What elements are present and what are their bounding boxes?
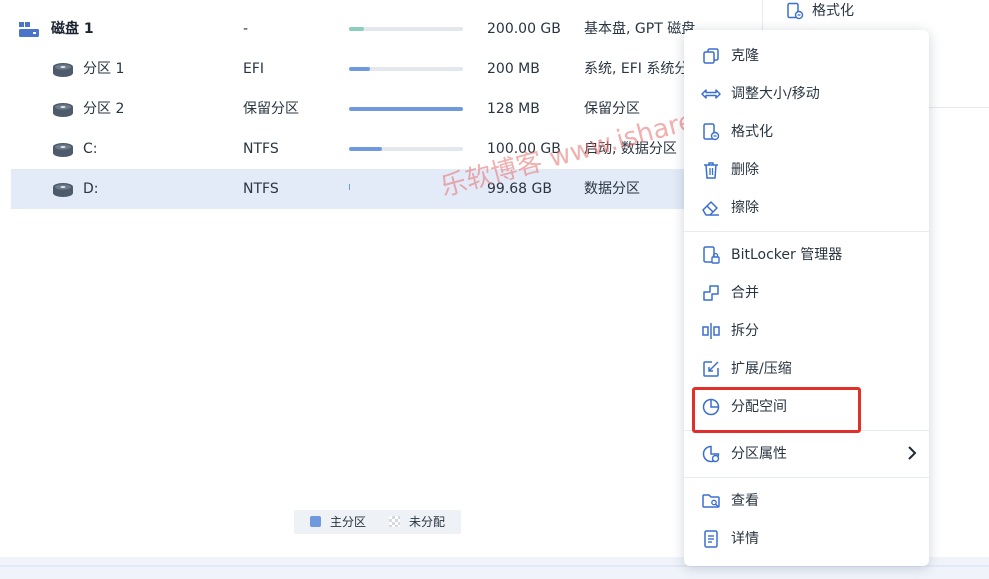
partition-properties-icon [702, 445, 720, 463]
menu-separator [684, 477, 929, 478]
menu-item-label: 拆分 [731, 323, 759, 339]
clone-icon [703, 48, 719, 64]
menu-item-explore[interactable]: 查看 [684, 483, 929, 519]
partition-name: 分区 1 [83, 61, 125, 77]
menu-item-label: BitLocker 管理器 [731, 247, 843, 263]
legend-unallocated-label: 未分配 [409, 515, 446, 529]
menu-item-bitlocker[interactable]: BitLocker 管理器 [684, 237, 929, 273]
partition-usage-bar [349, 67, 463, 71]
partition-row[interactable]: 分区 1 EFI 200 MB 系统, EFI 系统分区 [11, 49, 771, 89]
disk-usage-bar [349, 27, 463, 31]
eraser-icon [702, 201, 719, 216]
annotation-highlight-box [692, 387, 861, 433]
partition-usage-indicator [349, 184, 350, 190]
menu-item-label: 查看 [731, 493, 759, 509]
partition-filesystem: EFI [243, 61, 265, 77]
format-action[interactable]: 格式化 [786, 0, 854, 24]
menu-item-label: 删除 [731, 162, 759, 178]
partition-name: 分区 2 [83, 101, 125, 117]
menu-item-label: 分区属性 [731, 446, 787, 462]
menu-item-label: 调整大小/移动 [731, 86, 820, 102]
menu-item-merge[interactable]: 合并 [684, 275, 929, 311]
menu-item-resize-move[interactable]: 调整大小/移动 [684, 76, 929, 112]
partition-filesystem: NTFS [243, 181, 279, 197]
partition-usage-fill [349, 147, 382, 151]
partition-row-selected[interactable]: D: NTFS 99.68 GB 数据分区 [11, 169, 771, 209]
partition-icon [53, 183, 73, 197]
legend: 主分区 未分配 [294, 510, 461, 534]
bitlocker-icon [703, 246, 720, 264]
menu-item-clone[interactable]: 克隆 [684, 38, 929, 74]
format-icon [703, 123, 720, 141]
disk-info: 基本盘, GPT 磁盘 [584, 21, 696, 37]
menu-item-delete[interactable]: 删除 [684, 152, 929, 188]
details-icon [704, 530, 718, 548]
merge-icon [703, 285, 719, 301]
menu-item-wipe[interactable]: 擦除 [684, 190, 929, 226]
legend-unallocated-swatch [389, 516, 400, 527]
partition-usage-bar [349, 147, 463, 151]
partition-icon [53, 143, 73, 157]
partition-info: 数据分区 [584, 181, 640, 197]
disk-name: 磁盘 1 [51, 21, 94, 37]
partition-usage-fill [349, 107, 463, 111]
partition-filesystem: 保留分区 [243, 101, 299, 117]
partition-size: 128 MB [487, 101, 540, 117]
format-icon [787, 2, 804, 20]
resize-move-icon [701, 89, 721, 99]
partition-icon [53, 63, 73, 77]
menu-item-format[interactable]: 格式化 [684, 114, 929, 150]
trash-icon [704, 162, 718, 179]
menu-item-label: 克隆 [731, 48, 759, 64]
menu-item-label: 擦除 [731, 200, 759, 216]
partition-usage-fill [349, 67, 370, 71]
menu-item-partition-properties[interactable]: 分区属性 [684, 436, 929, 472]
format-action-label: 格式化 [812, 3, 854, 19]
disk-usage-fill [349, 27, 364, 31]
split-icon [702, 323, 720, 339]
menu-item-split[interactable]: 拆分 [684, 313, 929, 349]
legend-primary-label: 主分区 [330, 515, 367, 529]
menu-item-label: 格式化 [731, 124, 773, 140]
menu-item-details[interactable]: 详情 [684, 521, 929, 557]
disk-size: 200.00 GB [487, 21, 561, 37]
partition-size: 200 MB [487, 61, 540, 77]
menu-item-label: 详情 [731, 531, 759, 547]
partition-filesystem: NTFS [243, 141, 279, 157]
partition-icon [53, 103, 73, 117]
extend-shrink-icon [703, 361, 719, 377]
legend-primary-swatch [310, 516, 321, 527]
partition-name: D: [83, 181, 99, 197]
disk-row[interactable]: 磁盘 1 - 200.00 GB 基本盘, GPT 磁盘 [11, 9, 771, 49]
menu-item-label: 合并 [731, 285, 759, 301]
chevron-right-icon [908, 446, 917, 460]
menu-item-extend-shrink[interactable]: 扩展/压缩 [684, 351, 929, 387]
disk-filesystem: - [243, 21, 249, 37]
menu-separator [684, 231, 929, 232]
explore-icon [702, 494, 720, 508]
context-menu: 克隆 调整大小/移动 格式化 删除 擦除 BitLocker 管理器 合并 拆分… [684, 30, 929, 566]
disk-icon [19, 22, 39, 37]
partition-usage-bar [349, 107, 463, 111]
partition-name: C: [83, 141, 98, 157]
menu-item-label: 扩展/压缩 [731, 361, 792, 377]
